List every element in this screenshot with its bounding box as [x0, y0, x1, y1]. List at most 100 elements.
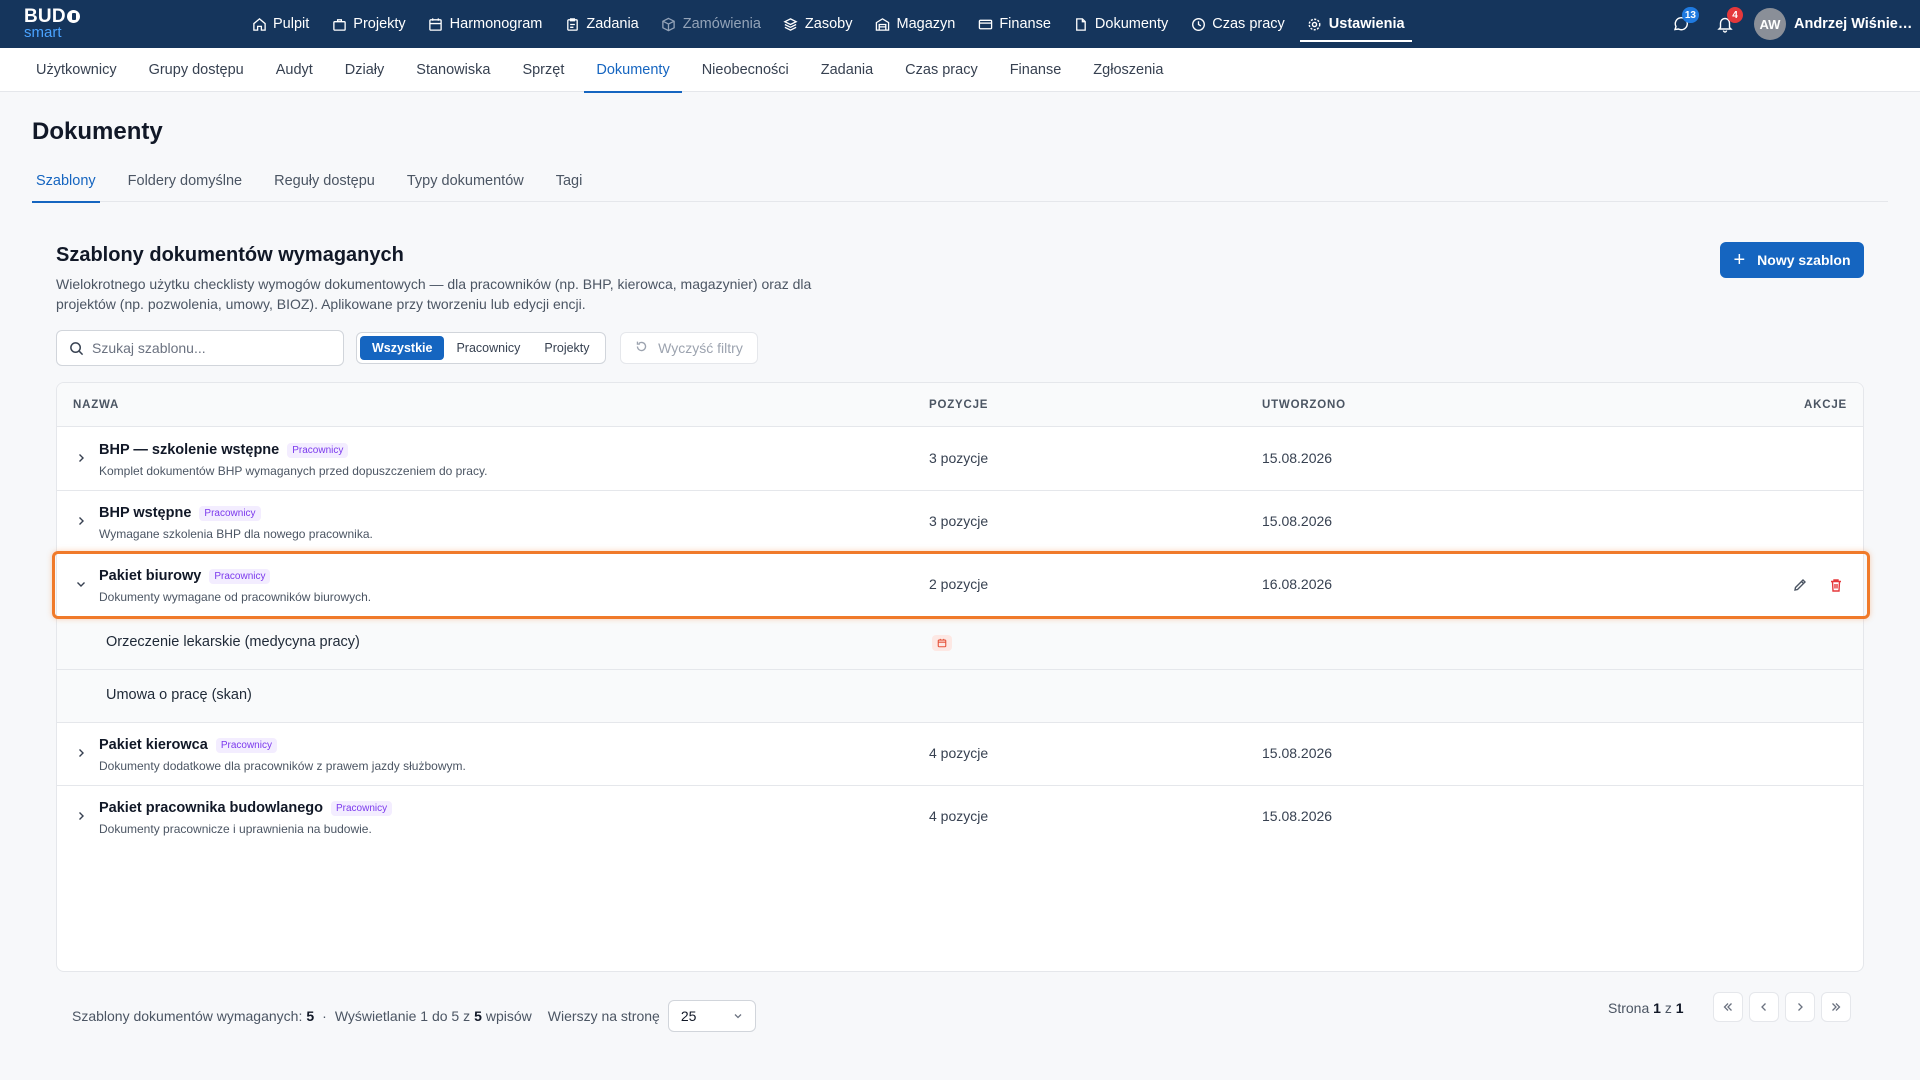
table-row[interactable]: BHP — szkolenie wstępne Pracownicy Komple… [57, 428, 1863, 491]
template-description: Komplet dokumentów BHP wymaganych przed … [99, 464, 488, 478]
subnav-item-audyt[interactable]: Audyt [260, 48, 329, 92]
expiry-icon [932, 635, 952, 651]
avatar[interactable]: AW [1754, 8, 1786, 40]
nav-item-label: Zamówienia [682, 16, 761, 32]
chevron-down-icon[interactable] [75, 578, 87, 590]
search-input[interactable] [92, 340, 332, 356]
rows-per-page-label: Wierszy na stronę [547, 1008, 660, 1024]
search-icon [70, 341, 84, 355]
filter-projects[interactable]: Projekty [532, 336, 601, 360]
template-description: Wymagane szkolenia BHP dla nowego pracow… [99, 527, 373, 541]
chevron-right-icon [1798, 1003, 1803, 1011]
table-row[interactable]: BHP wstępne Pracownicy Wymagane szkolenia… [57, 491, 1863, 554]
subnav-item-czas-pracy[interactable]: Czas pracy [889, 48, 994, 92]
messages-button[interactable]: 13 [1668, 7, 1699, 37]
page-of: z [1664, 1000, 1672, 1016]
created-date: 15.08.2026 [1262, 513, 1333, 529]
subnav-item-uzytkownicy[interactable]: Użytkownicy [20, 48, 133, 92]
rows-per-page-select[interactable]: 25 [667, 1000, 756, 1032]
clock-icon [1190, 16, 1206, 32]
new-template-button[interactable]: + Nowy szablon [1720, 242, 1864, 278]
type-tag: Pracownicy [215, 737, 277, 753]
nav-item-ustawienia[interactable]: Ustawienia [1296, 0, 1416, 48]
nav-item-label: Harmonogram [449, 16, 543, 32]
clear-filters-button[interactable]: Wyczyść filtry [620, 332, 758, 364]
nav-item-zamowienia[interactable]: Zamówienia [650, 0, 772, 48]
notifications-button[interactable]: 4 [1712, 7, 1743, 37]
reset-icon [635, 340, 648, 356]
column-header-actions: AKCJE [1804, 399, 1847, 411]
last-page-button[interactable] [1821, 992, 1851, 1022]
subnav-item-grupy-dostepu[interactable]: Grupy dostępu [133, 48, 260, 92]
positions-count: 4 pozycje [929, 808, 989, 824]
edit-icon[interactable] [1789, 574, 1811, 596]
app-logo[interactable]: BUD smart [24, 7, 84, 41]
nav-item-zadania[interactable]: Zadania [553, 0, 649, 48]
column-header-name[interactable]: NAZWA [73, 383, 119, 427]
template-item-name: Umowa o pracę (skan) [106, 687, 252, 703]
created-date: 15.08.2026 [1262, 808, 1333, 824]
subnav-item-sprzet[interactable]: Sprzęt [506, 48, 580, 92]
tab-typy-dokumentow[interactable]: Typy dokumentów [403, 160, 528, 202]
logo-mark-icon [66, 10, 80, 23]
table-row[interactable]: Pakiet kierowca Pracownicy Dokumenty doda… [57, 723, 1863, 786]
template-name-text: Pakiet kierowca [99, 737, 208, 753]
nav-item-label: Zasoby [804, 16, 853, 32]
trash-icon[interactable] [1825, 574, 1847, 596]
chevron-right-icon[interactable] [75, 810, 87, 822]
first-page-button[interactable] [1713, 992, 1743, 1022]
card-icon [977, 16, 993, 32]
chevron-right-icon[interactable] [75, 747, 87, 759]
messages-badge: 13 [1681, 7, 1699, 23]
subnav-item-dzialy[interactable]: Działy [329, 48, 400, 92]
table-footer-summary: Szablony dokumentów wymaganych: 5 · Wyśw… [72, 1000, 756, 1032]
chevron-right-icon[interactable] [75, 452, 87, 464]
table-row[interactable]: Pakiet pracownika budowlanego Pracownicy … [57, 786, 1863, 849]
rows-per-page-value: 25 [680, 1008, 697, 1024]
filter-employees[interactable]: Pracownicy [444, 336, 532, 360]
table-row-selected[interactable]: Pakiet biurowy Pracownicy Dokumenty wymag… [57, 554, 1863, 617]
box-icon [661, 16, 677, 32]
search-field[interactable] [56, 330, 344, 366]
nav-item-zasoby[interactable]: Zasoby [772, 0, 864, 48]
page-indicator: Strona 1 z 1 [1608, 1000, 1684, 1016]
chevron-right-icon[interactable] [75, 515, 87, 527]
nav-item-finanse[interactable]: Finanse [966, 0, 1062, 48]
subnav-item-zgloszenia[interactable]: Zgłoszenia [1077, 48, 1179, 92]
tab-reguly-dostepu[interactable]: Reguły dostępu [270, 160, 379, 202]
nav-item-czas-pracy[interactable]: Czas pracy [1179, 0, 1296, 48]
subnav-item-zadania[interactable]: Zadania [805, 48, 889, 92]
subnav-item-dokumenty[interactable]: Dokumenty [580, 48, 685, 93]
nav-item-label: Czas pracy [1212, 16, 1285, 32]
new-template-label: Nowy szablon [1757, 252, 1851, 268]
documents-icon [1073, 16, 1089, 32]
column-header-positions[interactable]: POZYCJE [929, 383, 988, 427]
filter-all[interactable]: Wszystkie [360, 336, 445, 360]
tab-foldery-domyslne[interactable]: Foldery domyślne [124, 160, 246, 202]
subnav-item-finanse[interactable]: Finanse [994, 48, 1078, 92]
nav-item-projekty[interactable]: Projekty [320, 0, 416, 48]
nav-item-label: Zadania [586, 16, 639, 32]
prev-page-button[interactable] [1749, 992, 1779, 1022]
home-icon [251, 16, 267, 32]
page-current: 1 [1653, 1000, 1661, 1016]
tab-szablony[interactable]: Szablony [32, 160, 100, 203]
next-page-button[interactable] [1785, 992, 1815, 1022]
nav-item-pulpit[interactable]: Pulpit [240, 0, 320, 48]
nav-item-harmonogram[interactable]: Harmonogram [417, 0, 554, 48]
nav-item-dokumenty[interactable]: Dokumenty [1062, 0, 1179, 48]
template-name-text: BHP wstępne [99, 505, 192, 521]
subnav-item-stanowiska[interactable]: Stanowiska [400, 48, 506, 92]
main-nav: Pulpit Projekty Harmonogram Zadania Zamó… [240, 0, 1416, 48]
created-date: 15.08.2026 [1262, 450, 1333, 466]
user-name[interactable]: Andrzej Wiśniewski [1794, 16, 1920, 32]
nav-item-label: Projekty [353, 16, 406, 32]
subnav-item-nieobecnosci[interactable]: Nieobecności [686, 48, 805, 92]
template-item-row: Umowa o pracę (skan) [57, 670, 1863, 723]
page-label: Strona [1608, 1000, 1650, 1016]
tab-tagi[interactable]: Tagi [552, 160, 587, 202]
separator-dot: · [322, 1008, 327, 1024]
nav-item-magazyn[interactable]: Magazyn [863, 0, 966, 48]
rows-per-page: Wierszy na stronę 25 [548, 1000, 756, 1032]
column-header-created[interactable]: UTWORZONO [1262, 383, 1346, 427]
